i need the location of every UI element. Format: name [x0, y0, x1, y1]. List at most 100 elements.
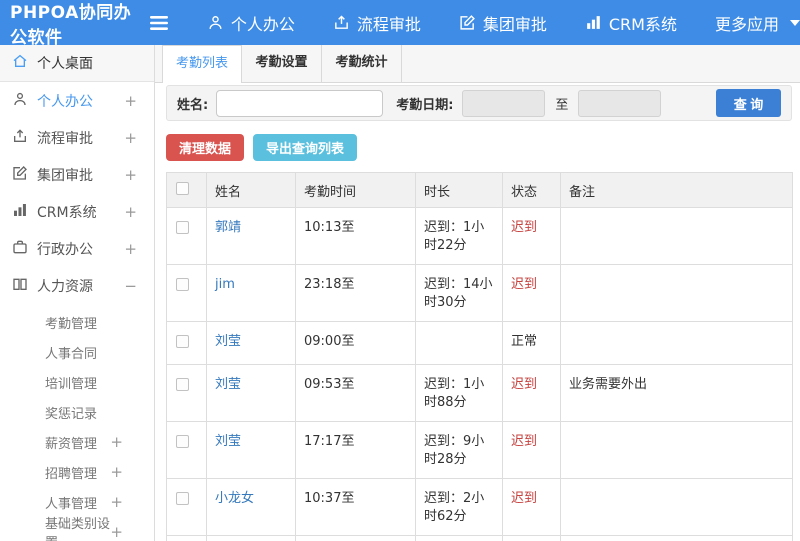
export-list-button[interactable]: 导出查询列表 [253, 134, 358, 161]
status-text: 迟到 [511, 220, 538, 235]
date-to-input[interactable] [578, 89, 662, 117]
note-text: 业务需要外出 [560, 364, 793, 422]
note-text [560, 321, 793, 365]
column-header-duration: 时长 [415, 172, 503, 208]
employee-name-link[interactable]: 刘莹 [215, 334, 241, 349]
select-all-checkbox[interactable] [176, 181, 189, 195]
topnav-more-apps[interactable]: 更多应用 [715, 11, 800, 35]
sidebar-item-group-approval[interactable]: 集团审批 + [0, 156, 154, 193]
sidebar-submenu-hr: 考勤管理 人事合同 培训管理 奖惩记录 薪资管理 + 招聘管理 + 人事管理 +… [0, 304, 154, 541]
attendance-time: 23:18至 [295, 264, 416, 322]
search-button[interactable]: 查 询 [716, 89, 781, 117]
home-icon [12, 53, 28, 73]
sidebar-item-personal-office[interactable]: 个人办公 + [0, 82, 154, 119]
expand-plus-icon[interactable]: + [110, 463, 123, 481]
sidebar-subitem-reward-punishment[interactable]: 奖惩记录 [0, 397, 154, 427]
column-header-note: 备注 [560, 172, 793, 208]
sidebar-item-label: 人力资源 [37, 278, 93, 295]
sidebar-subitem-label: 薪资管理 [45, 436, 98, 452]
workflow-icon [12, 128, 28, 148]
table-row: 管理员 10:54至10:54 迟到：2小时90分 早退：7小时10分 迟到/早… [166, 535, 793, 541]
expand-plus-icon[interactable]: + [124, 203, 137, 221]
row-checkbox[interactable] [176, 378, 189, 391]
expand-plus-icon[interactable]: + [110, 433, 123, 451]
sidebar-item-label: 个人办公 [37, 93, 93, 110]
sidebar-item-human-resources[interactable]: 人力资源 − [0, 267, 154, 304]
attendance-time: 10:37至 [295, 478, 416, 536]
note-text [560, 207, 793, 265]
sidebar-item-crm-system[interactable]: CRM系统 + [0, 193, 154, 230]
employee-name-link[interactable]: 刘莹 [215, 434, 241, 449]
sidebar-subitem-recruitment-mgmt[interactable]: 招聘管理 + [0, 457, 154, 487]
edit-icon [459, 14, 476, 31]
bar-chart-icon [585, 14, 602, 31]
user-icon [207, 14, 224, 31]
user-icon [12, 91, 28, 111]
sidebar-subitem-label: 基础类别设置 [45, 517, 111, 541]
topnav-label: 个人办公 [230, 14, 295, 34]
expand-plus-icon[interactable]: + [124, 92, 137, 110]
sidebar-subitem-hr-contract[interactable]: 人事合同 [0, 337, 154, 367]
sidebar-subitem-label: 考勤管理 [45, 316, 98, 332]
topnav-personal-office[interactable]: 个人办公 [207, 11, 295, 35]
briefcase-icon [12, 239, 28, 259]
employee-name-link[interactable]: 小龙女 [215, 491, 254, 506]
main-content: 考勤列表 考勤设置 考勤统计 姓名: 考勤日期: 至 查 询 清理数据 导出查询… [155, 45, 800, 541]
sidebar-item-admin-office[interactable]: 行政办公 + [0, 230, 154, 267]
tab-attendance-settings[interactable]: 考勤设置 [242, 45, 322, 82]
expand-plus-icon[interactable]: + [124, 166, 137, 184]
duration-text: 迟到：1小时22分 [415, 207, 503, 265]
employee-name-link[interactable]: 郭靖 [215, 220, 241, 235]
workflow-icon [333, 14, 350, 31]
sidebar-subitem-label: 奖惩记录 [45, 406, 98, 422]
expand-plus-icon[interactable]: + [110, 493, 123, 511]
status-text: 正常 [511, 334, 538, 349]
tab-attendance-stats[interactable]: 考勤统计 [322, 45, 402, 82]
edit-icon [12, 165, 28, 185]
expand-plus-icon[interactable]: + [124, 240, 137, 258]
sidebar-item-desktop[interactable]: 个人桌面 [0, 45, 154, 82]
table-header-row: 姓名 考勤时间 时长 状态 备注 [166, 172, 793, 208]
name-label: 姓名: [177, 97, 209, 113]
tab-attendance-list[interactable]: 考勤列表 [162, 45, 242, 83]
date-from-input[interactable] [462, 89, 546, 117]
topnav-label: 流程审批 [356, 14, 421, 34]
attendance-time: 10:54至10:54 [295, 535, 416, 541]
expand-plus-icon[interactable]: + [110, 523, 123, 541]
name-input[interactable] [216, 89, 384, 117]
bar-chart-icon [12, 202, 28, 222]
sidebar-subitem-attendance-mgmt[interactable]: 考勤管理 [0, 307, 154, 337]
row-checkbox[interactable] [176, 278, 189, 291]
status-text: 迟到 [511, 434, 538, 449]
topnav-label: 更多应用 [714, 14, 779, 34]
sidebar: 个人桌面 个人办公 + 流程审批 + 集团审批 + CRM系统 + 行政办公 +… [0, 45, 155, 541]
column-header-status: 状态 [502, 172, 561, 208]
clear-data-button[interactable]: 清理数据 [166, 134, 245, 161]
sidebar-item-label: 集团审批 [37, 167, 93, 184]
sidebar-item-workflow-approval[interactable]: 流程审批 + [0, 119, 154, 156]
employee-name-link[interactable]: jim [215, 277, 235, 292]
row-checkbox[interactable] [176, 492, 189, 505]
row-checkbox[interactable] [176, 221, 189, 234]
row-checkbox[interactable] [176, 335, 189, 348]
table-row: 小龙女 10:37至 迟到：2小时62分 迟到 [166, 478, 793, 536]
action-buttons: 清理数据 导出查询列表 [166, 134, 800, 161]
sidebar-subitem-base-category-settings[interactable]: 基础类别设置 + [0, 517, 154, 541]
topnav-workflow-approval[interactable]: 流程审批 [333, 11, 421, 35]
row-checkbox[interactable] [176, 435, 189, 448]
sidebar-subitem-label: 人事管理 [45, 496, 98, 512]
sidebar-subitem-salary-mgmt[interactable]: 薪资管理 + [0, 427, 154, 457]
expand-plus-icon[interactable]: + [124, 129, 137, 147]
topnav-group-approval[interactable]: 集团审批 [459, 11, 547, 35]
duration-text: 迟到：2小时90分 早退：7小时10分 [415, 535, 503, 541]
book-icon [12, 276, 28, 296]
duration-text: 迟到：14小时30分 [415, 264, 503, 322]
sidebar-subitem-label: 招聘管理 [45, 466, 98, 482]
attendance-time: 09:53至 [295, 364, 416, 422]
note-text: 1111 [560, 535, 793, 541]
employee-name-link[interactable]: 刘莹 [215, 377, 241, 392]
topnav-crm-system[interactable]: CRM系统 [585, 11, 677, 35]
sidebar-subitem-training-mgmt[interactable]: 培训管理 [0, 367, 154, 397]
collapse-minus-icon[interactable]: − [124, 277, 137, 295]
hamburger-menu-icon[interactable] [149, 15, 169, 31]
